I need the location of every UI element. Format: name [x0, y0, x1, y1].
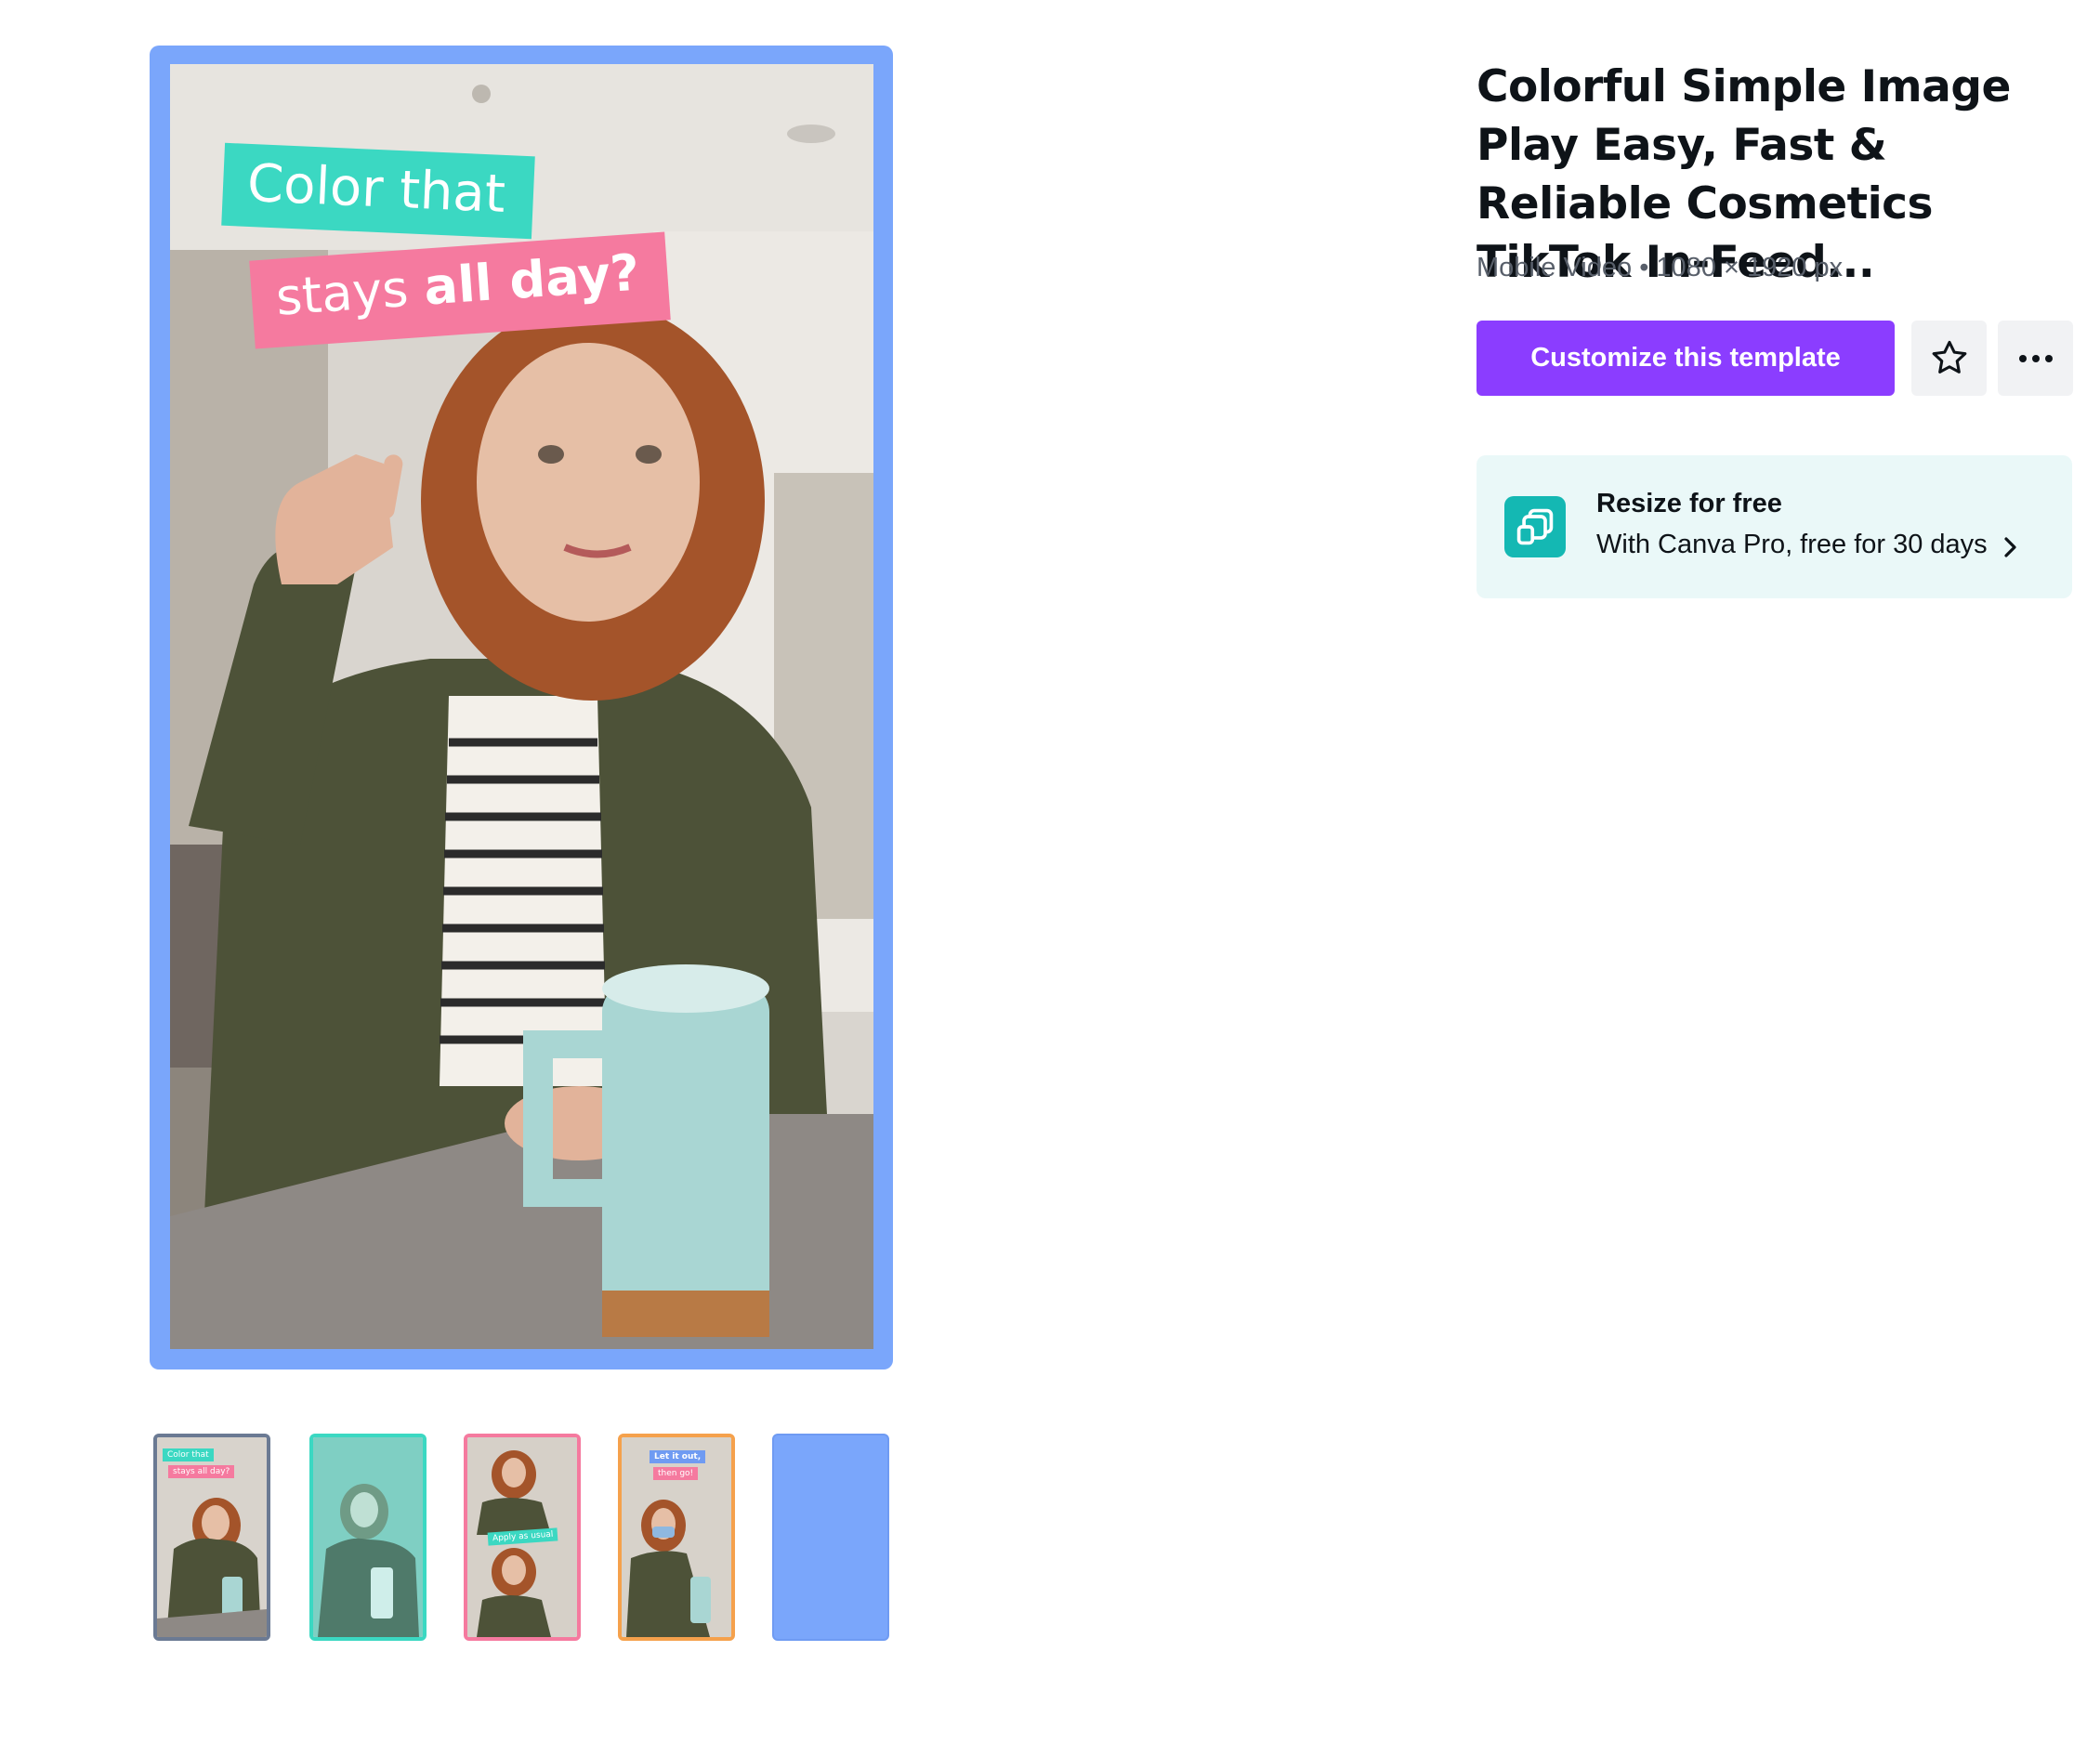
resize-icon	[1504, 496, 1566, 557]
thumbnail-1-caption-1: Color that	[163, 1448, 214, 1461]
template-meta: Mobile Video • 1080 × 1920 px	[1477, 253, 1844, 282]
resize-promo-card[interactable]: Resize for free With Canva Pro, free for…	[1477, 455, 2072, 598]
caption-stays: stays	[273, 257, 427, 327]
preview-video-frame: Color that stays all day?	[170, 64, 873, 1349]
template-preview[interactable]: Color that stays all day?	[150, 46, 893, 1370]
caption-all-day: all day?	[422, 242, 642, 317]
favorite-button[interactable]	[1911, 321, 1987, 396]
more-horizontal-icon	[2018, 354, 2053, 362]
resize-icon-glyph	[1516, 508, 1554, 545]
page-thumbnail-3[interactable]: Apply as usual	[464, 1434, 581, 1641]
promo-title: Resize for free	[1596, 489, 1782, 518]
caption-color-that: Color that	[221, 142, 535, 240]
star-icon	[1932, 340, 1966, 374]
page-thumbnail-2[interactable]	[309, 1434, 427, 1641]
thumbnail-4-caption-1: Let it out,	[650, 1450, 706, 1463]
page-thumbnail-1[interactable]: Color that stays all day?	[153, 1434, 270, 1641]
promo-subtitle: With Canva Pro, free for 30 days	[1596, 530, 1988, 559]
chevron-right-icon	[2004, 537, 2016, 557]
page-thumbnail-4[interactable]: Let it out, then go!	[618, 1434, 735, 1641]
thumbnail-1-caption-2: stays all day?	[168, 1465, 235, 1478]
page-thumbnail-5[interactable]	[772, 1434, 889, 1641]
thumbnail-2-image	[313, 1437, 423, 1637]
customize-template-button[interactable]: Customize this template	[1477, 321, 1895, 396]
more-options-button[interactable]	[1998, 321, 2073, 396]
thumbnail-4-caption-2: then go!	[653, 1467, 699, 1480]
